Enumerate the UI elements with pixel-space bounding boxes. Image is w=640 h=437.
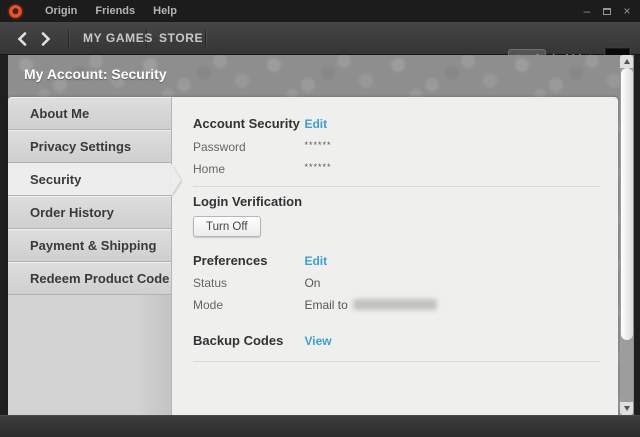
mode-value: Email to: [304, 298, 347, 312]
login-verification-header-row: Login Verification: [193, 193, 602, 211]
account-panel: About Me Privacy Settings Security Order…: [8, 97, 618, 415]
account-page: My Account: Security About Me Privacy Se…: [8, 55, 634, 415]
forward-icon[interactable]: [38, 31, 54, 47]
backup-codes-heading: Backup Codes: [193, 333, 300, 348]
sidebar-item-label: Security: [30, 172, 81, 187]
down-triangle: [624, 406, 630, 411]
account-security-edit-link[interactable]: Edit: [304, 117, 327, 131]
section-divider: [193, 361, 600, 362]
scrollbar[interactable]: [620, 55, 633, 415]
page-title: My Account: Security: [24, 66, 167, 82]
backup-codes-header-row: Backup Codes View: [193, 332, 602, 350]
mode-row: Mode Email to: [193, 296, 602, 314]
nav-separator: [205, 29, 206, 48]
maximize-icon[interactable]: [600, 4, 614, 18]
footer-bar: [0, 415, 640, 437]
sidebar-item-security[interactable]: Security: [8, 163, 171, 196]
status-label: Status: [193, 276, 300, 290]
mode-label: Mode: [193, 298, 300, 312]
security-content: Account Security Edit Password ****** Ho…: [172, 97, 618, 415]
nav-separator: [68, 29, 69, 48]
menu-bar: Origin Friends Help: [36, 0, 186, 22]
password-value: ******: [304, 140, 331, 150]
backup-codes-view-link[interactable]: View: [304, 334, 331, 348]
window-controls: – ×: [580, 0, 634, 22]
preferences-edit-link[interactable]: Edit: [304, 254, 327, 268]
account-security-heading: Account Security: [193, 116, 300, 131]
up-triangle: [624, 59, 630, 64]
maximize-glyph: [603, 8, 611, 15]
scroll-down-icon[interactable]: [620, 402, 633, 415]
tab-my-games[interactable]: MY GAMES: [83, 22, 153, 55]
origin-logo-icon: [9, 5, 22, 18]
home-row: Home ******: [193, 160, 602, 178]
close-icon[interactable]: ×: [620, 4, 634, 18]
redacted-email: [353, 299, 437, 310]
home-value: ******: [304, 162, 331, 172]
back-icon[interactable]: [14, 31, 30, 47]
status-value: On: [304, 276, 320, 290]
home-label: Home: [193, 162, 300, 176]
scrollbar-thumb[interactable]: [621, 68, 633, 340]
nav-separator: [146, 29, 147, 48]
section-divider: [193, 186, 600, 187]
account-security-header-row: Account Security Edit: [193, 115, 602, 133]
sidebar: About Me Privacy Settings Security Order…: [8, 97, 172, 415]
sidebar-item-redeem-product-code[interactable]: Redeem Product Code: [8, 262, 171, 295]
title-bar: Origin Friends Help – ×: [0, 0, 640, 22]
nav-bar: MY GAMES STORE 0 darkbigta ebola: [0, 22, 640, 55]
minimize-icon[interactable]: –: [580, 4, 594, 18]
sidebar-item-payment-shipping[interactable]: Payment & Shipping: [8, 229, 171, 262]
selected-arrow: [171, 164, 181, 196]
status-row: Status On: [193, 274, 602, 292]
sidebar-item-privacy-settings[interactable]: Privacy Settings: [8, 130, 171, 163]
preferences-heading: Preferences: [193, 253, 300, 268]
preferences-header-row: Preferences Edit: [193, 252, 602, 270]
menu-friends[interactable]: Friends: [86, 0, 144, 22]
scroll-up-icon[interactable]: [620, 55, 633, 68]
turn-off-button[interactable]: Turn Off: [193, 216, 261, 237]
password-label: Password: [193, 140, 300, 154]
sidebar-item-order-history[interactable]: Order History: [8, 196, 171, 229]
login-verification-heading: Login Verification: [193, 194, 302, 209]
menu-help[interactable]: Help: [144, 0, 186, 22]
tab-store[interactable]: STORE: [159, 22, 203, 55]
password-row: Password ******: [193, 138, 602, 156]
menu-origin[interactable]: Origin: [36, 0, 86, 22]
sidebar-item-about-me[interactable]: About Me: [8, 97, 171, 130]
